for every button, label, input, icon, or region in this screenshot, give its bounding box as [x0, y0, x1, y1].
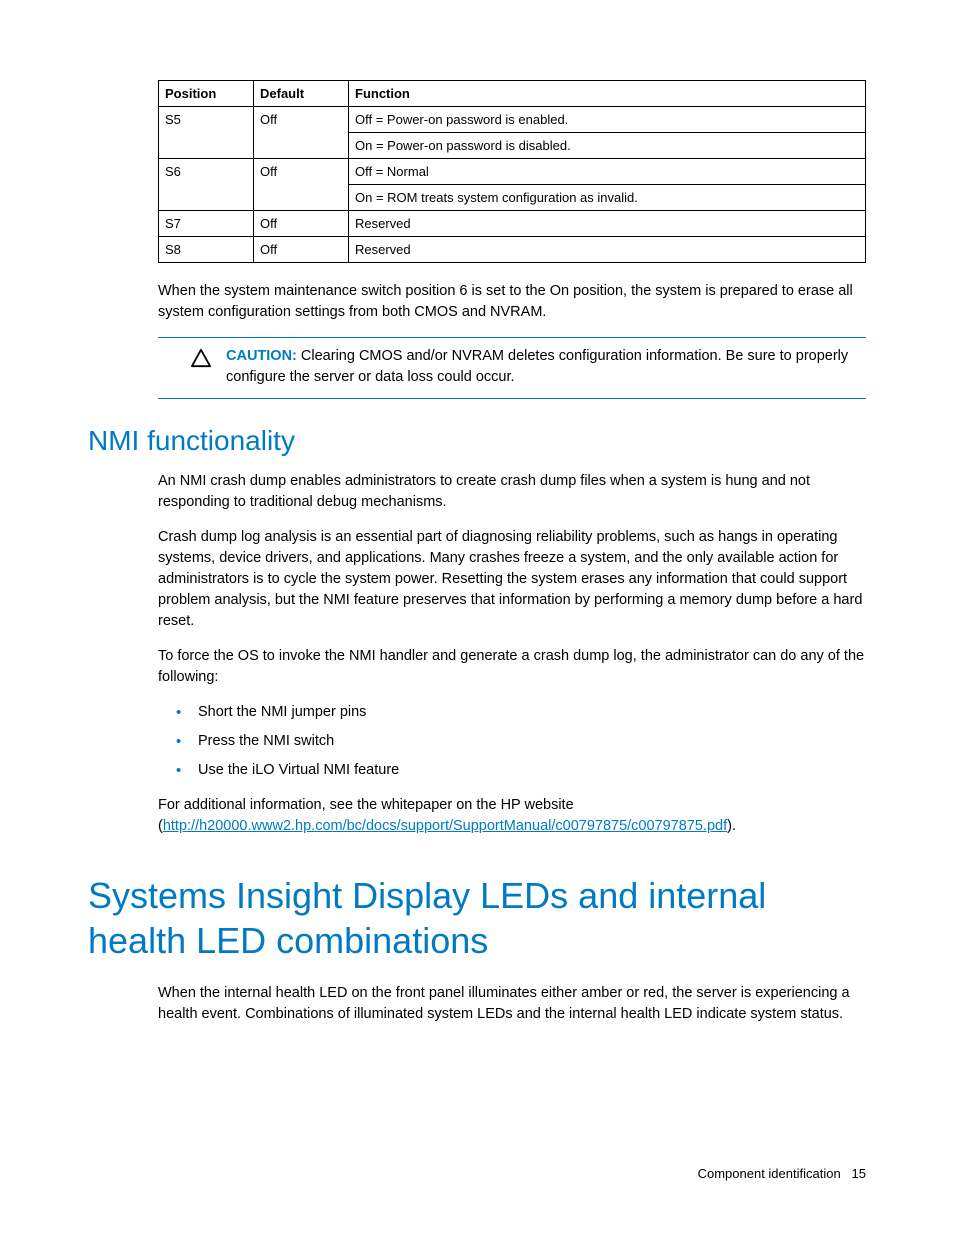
cell-function: On = ROM treats system configuration as …	[349, 185, 866, 211]
th-default: Default	[254, 81, 349, 107]
cell-default: Off	[254, 211, 349, 237]
page-footer: Component identification 15	[698, 1166, 866, 1181]
caution-label: CAUTION:	[226, 348, 297, 364]
nmi-p4-suffix: ).	[727, 818, 736, 834]
caution-callout: CAUTION: Clearing CMOS and/or NVRAM dele…	[158, 337, 866, 399]
nmi-p3: To force the OS to invoke the NMI handle…	[158, 646, 866, 688]
caution-text: CAUTION: Clearing CMOS and/or NVRAM dele…	[226, 346, 866, 388]
nmi-bullet-list: Short the NMI jumper pins Press the NMI …	[158, 702, 866, 781]
switch-table: Position Default Function S5 Off Off = P…	[158, 80, 866, 263]
nmi-p2: Crash dump log analysis is an essential …	[158, 527, 866, 632]
sid-heading: Systems Insight Display LEDs and interna…	[88, 873, 866, 963]
caution-triangle-icon	[158, 346, 212, 388]
cell-function: On = Power-on password is disabled.	[349, 133, 866, 159]
list-item: Press the NMI switch	[158, 731, 866, 752]
nmi-p4: For additional information, see the whit…	[158, 795, 866, 837]
paragraph-after-table: When the system maintenance switch posit…	[158, 281, 866, 323]
footer-section: Component identification	[698, 1166, 841, 1181]
cell-function: Reserved	[349, 211, 866, 237]
list-item: Short the NMI jumper pins	[158, 702, 866, 723]
table-row: S7 Off Reserved	[159, 211, 866, 237]
whitepaper-link[interactable]: http://h20000.www2.hp.com/bc/docs/suppor…	[163, 818, 727, 834]
list-item: Use the iLO Virtual NMI feature	[158, 760, 866, 781]
cell-default: Off	[254, 159, 349, 211]
cell-function: Reserved	[349, 237, 866, 263]
table-row: S5 Off Off = Power-on password is enable…	[159, 107, 866, 133]
table-header-row: Position Default Function	[159, 81, 866, 107]
cell-function: Off = Power-on password is enabled.	[349, 107, 866, 133]
nmi-p1: An NMI crash dump enables administrators…	[158, 471, 866, 513]
cell-function: Off = Normal	[349, 159, 866, 185]
nmi-heading: NMI functionality	[88, 425, 866, 457]
cell-position: S8	[159, 237, 254, 263]
cell-position: S5	[159, 107, 254, 159]
cell-position: S6	[159, 159, 254, 211]
cell-default: Off	[254, 107, 349, 159]
footer-page-number: 15	[852, 1166, 866, 1181]
cell-default: Off	[254, 237, 349, 263]
sid-p1: When the internal health LED on the fron…	[158, 983, 866, 1025]
th-function: Function	[349, 81, 866, 107]
th-position: Position	[159, 81, 254, 107]
caution-body: Clearing CMOS and/or NVRAM deletes confi…	[226, 348, 848, 385]
cell-position: S7	[159, 211, 254, 237]
table-row: S6 Off Off = Normal	[159, 159, 866, 185]
table-row: S8 Off Reserved	[159, 237, 866, 263]
